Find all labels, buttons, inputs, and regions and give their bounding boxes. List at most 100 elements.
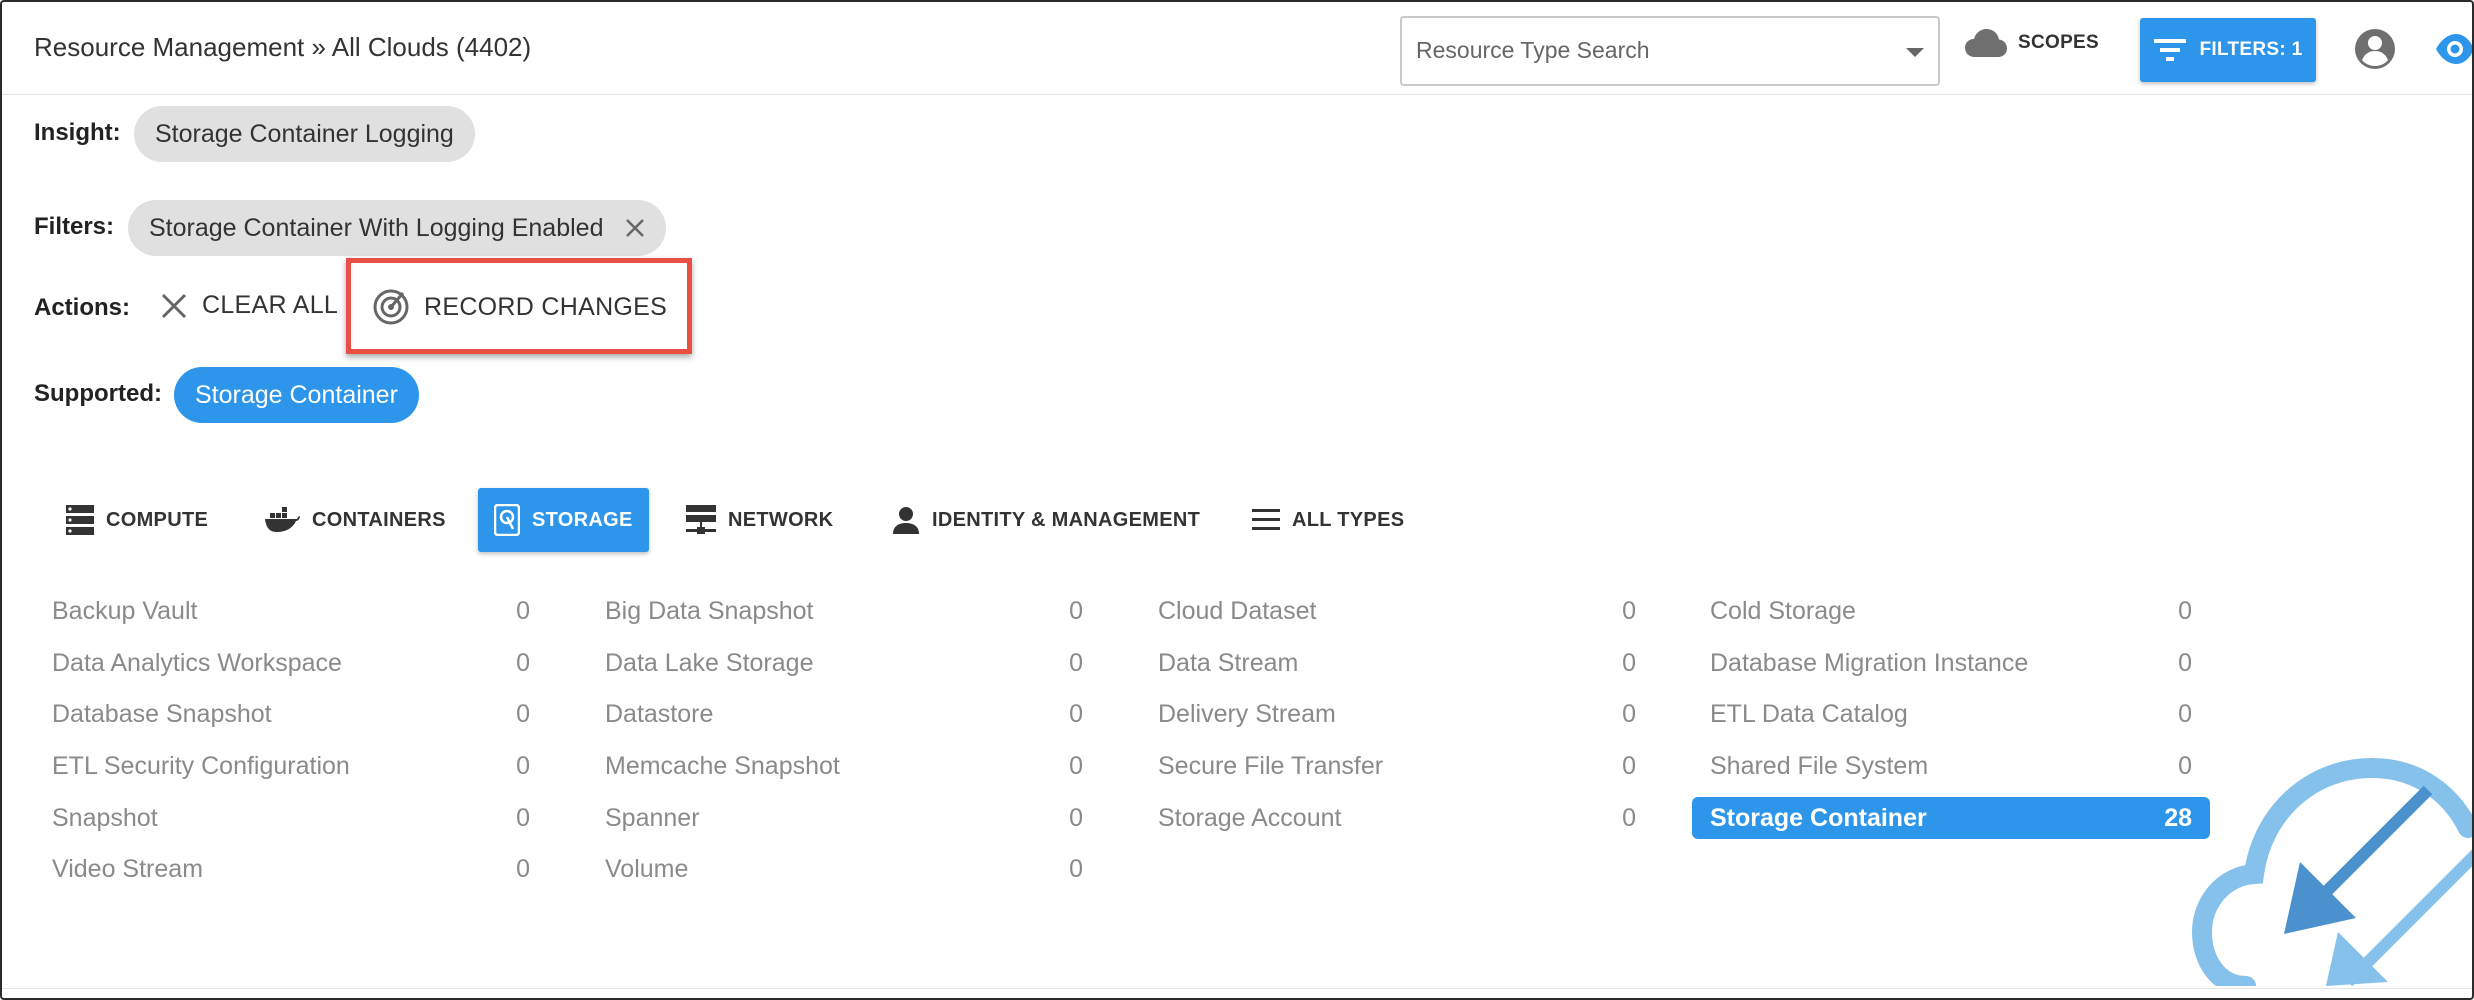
type-count: 0 [516,596,530,625]
type-count: 0 [516,751,530,780]
tab-identity-management-label: IDENTITY & MANAGEMENT [932,508,1201,531]
type-name: Shared File System [1710,751,1929,780]
type-name: Database Snapshot [52,699,272,728]
type-name: ETL Data Catalog [1710,699,1908,728]
type-count: 0 [2178,648,2192,677]
breadcrumb: Resource Management » All Clouds (4402) [34,32,532,62]
type-item[interactable]: Datastore 0 [587,693,1101,735]
type-item[interactable]: Cloud Dataset 0 [1140,590,1654,632]
type-item[interactable]: Spanner 0 [587,797,1101,839]
tab-containers-label: CONTAINERS [312,508,446,531]
tab-all-types[interactable]: ALL TYPES [1236,488,1420,552]
type-name: Snapshot [52,803,158,832]
type-count: 0 [1069,596,1083,625]
close-icon [161,293,187,318]
chevron-down-icon[interactable] [1906,48,1924,57]
type-name: Data Analytics Workspace [52,648,342,677]
scopes-label: SCOPES [2018,32,2099,53]
type-item[interactable]: Shared File System 0 [1692,745,2210,787]
type-name: Backup Vault [52,596,198,625]
type-name: Storage Container [1710,803,1927,832]
type-name: Data Lake Storage [605,648,814,677]
type-item[interactable]: Data Analytics Workspace 0 [34,642,548,684]
insight-chip-text: Storage Container Logging [155,119,454,148]
type-item[interactable]: ETL Data Catalog 0 [1692,693,2210,735]
type-item[interactable]: Storage Account 0 [1140,797,1654,839]
type-item[interactable]: Memcache Snapshot 0 [587,745,1101,787]
insight-label: Insight: [34,119,121,146]
top-bar: Resource Management » All Clouds (4402) … [2,2,2472,95]
insight-chip: Storage Container Logging [134,106,475,162]
filter-chip-text: Storage Container With Logging Enabled [149,213,604,242]
type-name: Video Stream [52,854,204,883]
type-count: 0 [1069,803,1083,832]
type-name: Database Migration Instance [1710,648,2029,677]
clear-all-button[interactable]: CLEAR ALL [160,291,338,320]
person-icon [893,507,919,534]
type-name: Cloud Dataset [1158,596,1317,625]
type-item[interactable]: Cold Storage 0 [1692,590,2210,632]
tab-identity-management[interactable]: IDENTITY & MANAGEMENT [876,488,1216,552]
type-name: ETL Security Configuration [52,751,350,780]
tab-containers[interactable]: CONTAINERS [248,488,462,552]
hard-drive-icon [494,504,520,536]
record-changes-label: RECORD CHANGES [424,292,668,321]
type-count: 0 [1622,596,1636,625]
scopes-button[interactable]: SCOPES [1964,28,2099,58]
type-item[interactable]: Data Lake Storage 0 [587,642,1101,684]
type-count: 0 [1622,648,1636,677]
type-item[interactable]: Snapshot 0 [34,797,548,839]
cloud-icon [1965,29,2007,57]
filters-button[interactable]: FILTERS: 1 [2140,18,2316,82]
type-item[interactable]: Database Migration Instance 0 [1692,642,2210,684]
type-count: 0 [1622,699,1636,728]
type-name: Spanner [605,803,700,832]
type-count: 0 [2178,699,2192,728]
app-window: Resource Management » All Clouds (4402) … [0,0,2474,1000]
type-item-selected[interactable]: Storage Container 28 [1692,797,2210,839]
type-count: 0 [516,699,530,728]
type-name: Delivery Stream [1158,699,1336,728]
bottom-divider [2,988,2472,989]
type-item[interactable]: Volume 0 [587,848,1101,890]
supported-chip-text: Storage Container [195,380,398,409]
supported-chip[interactable]: Storage Container [174,367,419,423]
type-item[interactable]: ETL Security Configuration 0 [34,745,548,787]
type-item[interactable]: Big Data Snapshot 0 [587,590,1101,632]
filters-label: FILTERS: 1 [2199,39,2303,60]
type-item[interactable]: Video Stream 0 [34,848,548,890]
filters-row-label: Filters: [34,213,115,240]
radar-icon [373,289,409,325]
search-input[interactable] [1402,18,1882,82]
type-item[interactable]: Database Snapshot 0 [34,693,548,735]
cloud-sync-logo-icon [2188,746,2472,996]
type-name: Storage Account [1158,803,1342,832]
type-count: 0 [516,854,530,883]
type-count: 0 [1622,803,1636,832]
type-item[interactable]: Secure File Transfer 0 [1140,745,1654,787]
network-icon [686,505,716,534]
resource-type-search[interactable] [1400,16,1940,86]
tab-storage-label: STORAGE [532,508,633,531]
type-count: 0 [1069,699,1083,728]
type-count: 0 [1069,648,1083,677]
clear-all-label: CLEAR ALL [202,291,339,319]
type-item[interactable]: Delivery Stream 0 [1140,693,1654,735]
tab-storage[interactable]: STORAGE [478,488,649,552]
user-avatar[interactable] [2354,28,2396,75]
type-count: 0 [1069,751,1083,780]
record-changes-button[interactable]: RECORD CHANGES [372,288,667,326]
type-item[interactable]: Backup Vault 0 [34,590,548,632]
eye-icon[interactable] [2434,32,2472,71]
actions-label: Actions: [34,294,130,321]
tab-compute[interactable]: COMPUTE [50,488,224,552]
type-count: 0 [2178,596,2192,625]
remove-filter-icon[interactable] [625,218,645,238]
account-circle-icon [2355,29,2395,69]
server-icon [66,505,94,535]
type-name: Volume [605,854,689,883]
tab-network[interactable]: NETWORK [670,488,849,552]
docker-icon [265,507,300,532]
type-count: 0 [1069,854,1083,883]
type-item[interactable]: Data Stream 0 [1140,642,1654,684]
